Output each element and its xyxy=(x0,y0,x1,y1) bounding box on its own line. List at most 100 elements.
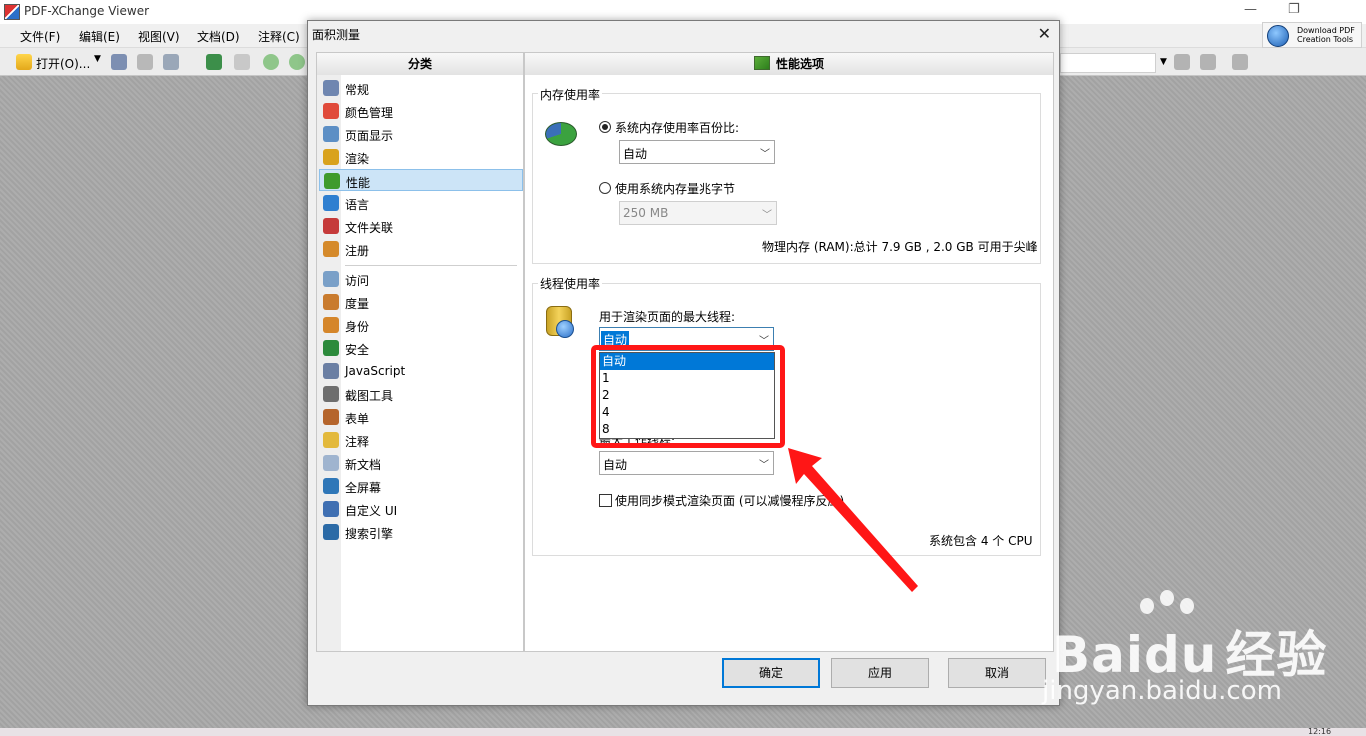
memory-mb-label[interactable]: 使用系统内存量兆字节 xyxy=(615,180,735,197)
memory-mb-value: 250 MB xyxy=(623,206,669,220)
globe-icon xyxy=(1267,25,1289,47)
download-line-1: Download PDF xyxy=(1297,26,1355,35)
cpu-info: 系统包含 4 个 CPU xyxy=(929,534,1033,548)
comment-icon xyxy=(323,432,339,448)
category-header: 分类 xyxy=(316,52,524,76)
menu-document[interactable]: 文档(D) xyxy=(197,28,240,45)
category-item[interactable]: 注释 xyxy=(319,429,523,451)
search-engine-icon xyxy=(323,524,339,540)
category-label: 搜索引擎 xyxy=(345,527,394,541)
category-label: 文件关联 xyxy=(345,221,394,235)
category-item[interactable]: 页面显示 xyxy=(319,123,523,145)
sync-mode-checkbox[interactable] xyxy=(599,494,612,507)
download-pdf-tools-button[interactable]: Download PDF Creation Tools xyxy=(1262,22,1362,48)
save-icon[interactable] xyxy=(111,54,127,70)
category-label: 度量 xyxy=(345,297,370,311)
memory-percent-label[interactable]: 系统内存使用率百份比: xyxy=(615,119,739,136)
annotation-arrow-icon xyxy=(788,448,918,592)
menu-view[interactable]: 视图(V) xyxy=(138,28,180,45)
category-item[interactable]: 性能 xyxy=(319,169,523,191)
annotation-highlight-box xyxy=(591,345,785,448)
content-header: 性能选项 xyxy=(524,52,1054,76)
thread-usage-title: 线程使用率 xyxy=(538,275,603,292)
clock-text: 12:16 xyxy=(1308,727,1332,736)
paw-toe-1 xyxy=(1140,598,1154,614)
identity-icon xyxy=(323,317,339,333)
memory-percent-select[interactable]: 自动 ﹀ xyxy=(619,140,775,164)
apply-button[interactable]: 应用 xyxy=(831,658,929,688)
restore-button[interactable]: ❐ xyxy=(1288,2,1300,17)
dialog-title: 面积测量 xyxy=(312,28,361,42)
zoom-dropdown-arrow-icon[interactable]: ▼ xyxy=(1160,57,1167,67)
javascript-icon xyxy=(323,363,339,379)
category-item[interactable]: 身份 xyxy=(319,314,523,336)
print-icon[interactable] xyxy=(137,54,153,70)
pdf-xchange-logo-icon xyxy=(4,4,20,20)
category-label: JavaScript xyxy=(345,364,406,378)
users-icon xyxy=(323,241,339,257)
chevron-down-icon: ﹀ xyxy=(762,210,772,221)
category-item[interactable]: 注册 xyxy=(319,238,523,260)
file-association-icon xyxy=(323,218,339,234)
scan-icon[interactable] xyxy=(163,54,179,70)
category-label: 安全 xyxy=(345,343,370,357)
zoom-combo[interactable] xyxy=(1060,53,1156,73)
category-label: 访问 xyxy=(345,274,370,288)
paw-toe-3 xyxy=(1180,598,1194,614)
category-item[interactable]: 常规 xyxy=(319,77,523,99)
ruler-icon xyxy=(323,294,339,310)
paw-toe-2 xyxy=(1160,590,1174,606)
category-item[interactable]: 文件关联 xyxy=(319,215,523,237)
ok-button[interactable]: 确定 xyxy=(722,658,820,688)
category-label: 语言 xyxy=(345,198,370,212)
radio-memory-mb[interactable] xyxy=(599,182,611,194)
shield-icon xyxy=(323,340,339,356)
category-item[interactable]: 表单 xyxy=(319,406,523,428)
category-item[interactable]: 安全 xyxy=(319,337,523,359)
category-item[interactable]: 自定义 UI xyxy=(319,498,523,520)
open-dropdown-arrow-icon[interactable]: ▼ xyxy=(94,54,101,64)
chevron-down-icon: ﹀ xyxy=(759,460,769,471)
memory-percent-value: 自动 xyxy=(623,147,648,161)
menu-file[interactable]: 文件(F) xyxy=(20,28,60,45)
category-item[interactable]: 搜索引擎 xyxy=(319,521,523,543)
brush-icon xyxy=(323,149,339,165)
category-item[interactable]: 截图工具 xyxy=(319,383,523,405)
customize-ui-icon xyxy=(323,501,339,517)
category-label: 注释 xyxy=(345,435,370,449)
menu-edit[interactable]: 编辑(E) xyxy=(79,28,120,45)
category-label: 自定义 UI xyxy=(345,504,398,518)
category-item[interactable]: JavaScript xyxy=(319,360,523,382)
minimize-button[interactable]: — xyxy=(1244,2,1257,17)
tool-a-icon[interactable] xyxy=(1174,54,1190,70)
download-line-2: Creation Tools xyxy=(1297,35,1354,44)
category-item[interactable]: 新文档 xyxy=(319,452,523,474)
open-button-label[interactable]: 打开(O)... xyxy=(36,55,90,72)
ocr-icon[interactable] xyxy=(234,54,250,70)
category-label: 全屏幕 xyxy=(345,481,382,495)
memory-mb-select[interactable]: 250 MB ﹀ xyxy=(619,201,777,225)
open-folder-icon[interactable] xyxy=(16,54,32,70)
tool-b-icon[interactable] xyxy=(1200,54,1216,70)
globe-icon xyxy=(323,195,339,211)
menu-comment[interactable]: 注释(C) xyxy=(258,28,300,45)
category-item[interactable]: 语言 xyxy=(319,192,523,214)
export-icon[interactable] xyxy=(206,54,222,70)
category-item[interactable]: 访问 xyxy=(319,268,523,290)
category-item[interactable]: 度量 xyxy=(319,291,523,313)
page-magnifier-icon xyxy=(323,126,339,142)
forward-icon[interactable] xyxy=(289,54,305,70)
tool-c-icon[interactable] xyxy=(1232,54,1248,70)
dialog-close-button[interactable]: ✕ xyxy=(1038,24,1051,43)
radio-memory-percent[interactable] xyxy=(599,121,611,133)
category-item[interactable]: 渲染 xyxy=(319,146,523,168)
category-label: 截图工具 xyxy=(345,389,394,403)
category-item[interactable]: 全屏幕 xyxy=(319,475,523,497)
category-label: 身份 xyxy=(345,320,370,334)
color-balls-icon xyxy=(323,103,339,119)
cancel-button[interactable]: 取消 xyxy=(948,658,1046,688)
back-icon[interactable] xyxy=(263,54,279,70)
category-item[interactable]: 颜色管理 xyxy=(319,100,523,122)
worker-threads-select[interactable]: 自动 ﹀ xyxy=(599,451,774,475)
render-threads-label: 用于渲染页面的最大线程: xyxy=(599,310,736,324)
